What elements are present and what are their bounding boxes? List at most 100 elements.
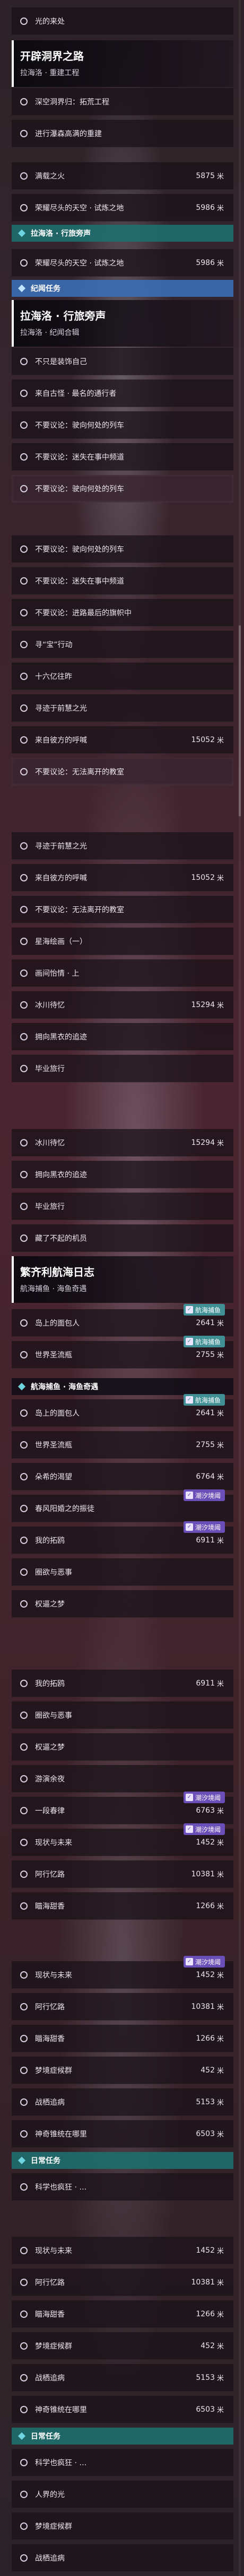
quest-item[interactable]: 不要议论：迷失在事中频道 <box>12 443 233 471</box>
distance-unit: 米 <box>216 1442 224 1450</box>
quest-item[interactable]: 战栖追病 5153 米 <box>12 2088 233 2116</box>
quest-item[interactable]: 一段春律 6763 米 ✓ 潮汐境阈 <box>12 1792 233 1824</box>
scrollbar-track[interactable] <box>239 0 241 2576</box>
quest-item[interactable]: 深空洞界归：拓荒工程 <box>12 88 233 116</box>
status-ring-icon <box>20 545 28 553</box>
quest-item[interactable]: 不只是装饰自己 <box>12 348 233 375</box>
distance-unit: 米 <box>216 1680 224 1688</box>
quest-item[interactable]: 不要议论：无法离开的教室 <box>12 896 233 923</box>
quest-item[interactable]: 不要议论：驶向何处的列车 <box>12 411 233 439</box>
quest-item[interactable]: 现状与未来 1452 米 ✓ 潮汐境阈 <box>12 1823 233 1856</box>
quest-item[interactable]: 权逼之梦 <box>12 1733 233 1761</box>
quest-item[interactable]: 阿行忆路 10381 米 <box>12 1860 233 1888</box>
status-ring-icon <box>20 1139 28 1146</box>
distance-readout: 6764 米 <box>196 1471 224 1482</box>
quest-item[interactable]: 岛上的面包人 2641 米 ✓ 航海捕鱼 <box>12 1304 233 1337</box>
distance-unit: 米 <box>216 2311 224 2319</box>
quest-item[interactable]: 梦境症候群 452 米 <box>12 2057 233 2084</box>
event-tag-label: 潮汐境阈 <box>195 1492 221 1499</box>
status-ring-icon <box>20 259 28 267</box>
quest-item[interactable]: 权逼之梦 <box>12 1590 233 1618</box>
quest-item[interactable]: 瞄海甜香 1266 米 <box>12 2300 233 2328</box>
quest-item[interactable]: 寻迹于前慧之光 <box>12 832 233 860</box>
quest-item[interactable]: 科学也疯狂 · … <box>12 2173 233 2201</box>
status-ring-icon <box>20 2405 28 2413</box>
quest-item[interactable]: 拥向黑衣的追迹 <box>12 1161 233 1188</box>
distance-value: 5875 <box>196 171 215 180</box>
distance-unit: 米 <box>216 875 224 883</box>
quest-item[interactable]: 星海绘画（一） <box>12 928 233 955</box>
quest-item[interactable]: 不要议论：无法离开的教室 <box>12 758 233 786</box>
distance-value: 1452 <box>196 1970 215 1979</box>
quest-item[interactable]: 荣耀尽头的天空 · 试炼之地 5986 米 <box>12 194 233 222</box>
quest-item[interactable]: 藏了不起的机员 <box>12 1224 233 1252</box>
quest-item[interactable]: 神奇锥统在哪里 6503 米 <box>12 2120 233 2148</box>
quest-item[interactable]: 满载之火 5875 米 <box>12 162 233 190</box>
quest-item[interactable]: 不要议论：进路最后的旗帜中 <box>12 599 233 627</box>
quest-item[interactable]: 现状与未来 1452 米 ✓ 潮汐境阈 <box>12 1956 233 1989</box>
quest-item[interactable]: 朵希的渴望 6764 米 <box>12 1463 233 1490</box>
quest-title: 星海绘画（一） <box>35 937 87 946</box>
quest-item[interactable]: 不要议论：驶向何处的列车 <box>12 475 233 502</box>
category-header[interactable]: 日常任务 <box>12 2428 233 2445</box>
quest-item[interactable]: 圈欲与恶事 <box>12 1558 233 1586</box>
quest-item[interactable]: 冰川待忆 15294 米 <box>12 1129 233 1157</box>
status-ring-icon <box>20 172 28 180</box>
category-header[interactable]: 纪闻任务 <box>12 280 233 297</box>
quest-item[interactable]: 荣耀尽头的天空 · 试炼之地 5986 米 <box>12 249 233 277</box>
quest-item[interactable]: 现状与未来 1452 米 <box>12 2237 233 2264</box>
scrollbar-thumb[interactable] <box>239 625 241 816</box>
category-header[interactable]: 航海捕鱼 · 海鱼奇遇 <box>12 1378 233 1395</box>
distance-unit: 米 <box>216 2067 224 2075</box>
quest-item[interactable]: 梦境症候群 452 米 <box>12 2332 233 2360</box>
quest-title: 梦境症候群 <box>35 2066 72 2075</box>
quest-item[interactable]: 岛上的面包人 2641 米 ✓ 航海捕鱼 <box>12 1394 233 1427</box>
quest-item[interactable]: 战栖追病 <box>12 2544 233 2572</box>
quest-item[interactable]: 来自彼方的呼喊 15052 米 <box>12 864 233 892</box>
questline-header[interactable]: 繁齐利航海日志 航海捕鱼 · 海鱼奇遇 <box>12 1256 233 1303</box>
quest-item[interactable]: 瞄海甜香 1266 米 <box>12 1892 233 1920</box>
quest-item[interactable]: 瞄海甜香 1266 米 <box>12 2025 233 2052</box>
quest-item[interactable]: 神奇锥统在哪里 6503 米 <box>12 2396 233 2423</box>
quest-item[interactable]: 圈欲与恶事 <box>12 1701 233 1729</box>
quest-title: 现状与未来 <box>35 2246 72 2255</box>
quest-item[interactable]: 世界圣流瓶 2755 米 ✓ 航海捕鱼 <box>12 1336 233 1369</box>
quest-item[interactable]: 画间怡情 · 上 <box>12 959 233 987</box>
quest-item[interactable]: 寻“宝”行动 <box>12 631 233 658</box>
quest-item[interactable]: 春风阳婚之的振徒 ✓ 潮汐境阈 <box>12 1489 233 1522</box>
quest-item[interactable]: 世界圣流瓶 2755 米 <box>12 1431 233 1459</box>
questline-header[interactable]: 开辟洞界之路 拉海洛 · 重建工程 <box>12 40 233 87</box>
quest-item[interactable]: 阿行忆路 10381 米 <box>12 1993 233 2021</box>
quest-item[interactable]: 不要议论：迷失在事中频道 <box>12 567 233 595</box>
quest-item[interactable]: 科学也疯狂 · … <box>12 2449 233 2476</box>
status-ring-icon <box>20 1504 28 1512</box>
quest-item[interactable]: 来自古怪 · 最名的通行者 <box>12 380 233 407</box>
quest-title: 不要议论：无法离开的教室 <box>35 767 124 777</box>
quest-item[interactable]: 毕业旅行 <box>12 1193 233 1220</box>
questline-header[interactable]: 拉海洛 · 行旅旁声 拉海洛 · 纪闻合辑 <box>12 300 233 347</box>
category-header[interactable]: 日常任务 <box>12 2152 233 2169</box>
quest-item[interactable]: 不要议论：驶向何处的列车 <box>12 535 233 563</box>
category-header[interactable]: 拉海洛 · 行旅旁声 <box>12 225 233 242</box>
quest-item[interactable]: 拥向黑衣的追迹 <box>12 1023 233 1051</box>
quest-item[interactable]: 光的来处 <box>12 7 233 35</box>
quest-item[interactable]: 阿行忆路 10381 米 <box>12 2269 233 2296</box>
event-tag-label: 潮汐境阈 <box>195 1794 221 1802</box>
quest-item[interactable]: 我的拓鸥 6911 米 ✓ 潮汐境阈 <box>12 1521 233 1554</box>
quest-item[interactable]: 我的拓鸥 6911 米 <box>12 1670 233 1697</box>
quest-item[interactable]: 游演余夜 <box>12 1765 233 1793</box>
quest-item[interactable]: 冰川待忆 15294 米 <box>12 991 233 1019</box>
quest-item[interactable]: 十六亿往昨 <box>12 663 233 690</box>
event-tag-icon: ✓ <box>185 1338 193 1345</box>
selection-accent-bar <box>12 1256 14 1303</box>
quest-item[interactable]: 来自彼方的呼喊 15052 米 <box>12 726 233 754</box>
status-ring-icon <box>20 1536 28 1544</box>
quest-item[interactable]: 毕业旅行 <box>12 1055 233 1082</box>
quest-item[interactable]: 寻迹于前慧之光 <box>12 694 233 722</box>
quest-item[interactable]: 进行瀑森高满的重建 <box>12 120 233 147</box>
quest-item[interactable]: 战栖追病 5153 米 <box>12 2364 233 2392</box>
distance-readout: 452 米 <box>201 2065 224 2076</box>
quest-item[interactable]: 人界的光 <box>12 2481 233 2508</box>
quest-title: 世界圣流瓶 <box>35 1441 72 1450</box>
quest-item[interactable]: 梦境症候群 <box>12 2512 233 2540</box>
